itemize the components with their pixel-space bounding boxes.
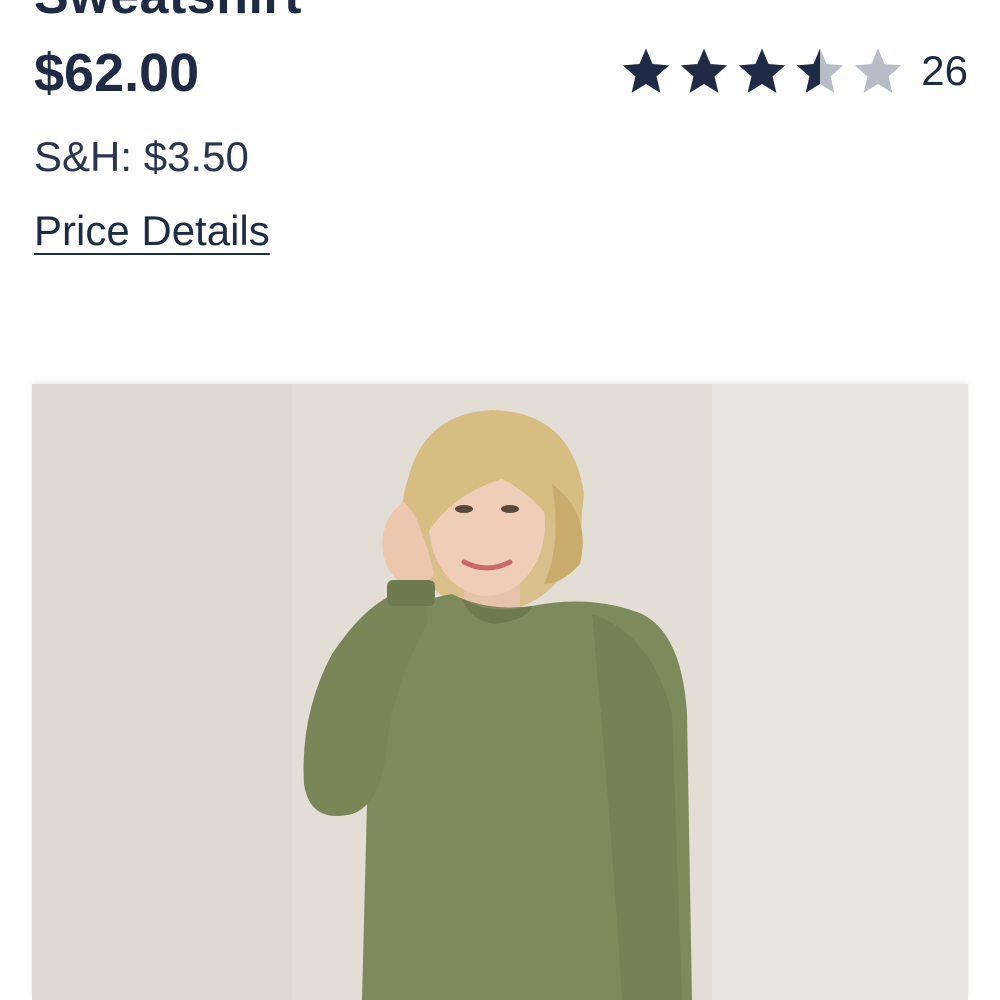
- rating-summary[interactable]: 26: [619, 44, 968, 98]
- empty-star-icon: [855, 48, 902, 93]
- product-price: $62.00: [34, 43, 200, 103]
- product-image[interactable]: [32, 384, 968, 1000]
- product-title: Sweatshirt: [34, 0, 302, 22]
- star-icon: [739, 48, 786, 93]
- price-details-link[interactable]: Price Details: [34, 210, 270, 252]
- review-count: 26: [921, 47, 968, 94]
- shipping-handling: S&H: $3.50: [34, 133, 249, 180]
- product-detail-page: Sweatshirt $62.00 S&H: $3.50 Price Detai…: [0, 0, 1000, 1000]
- star-icon: [623, 48, 670, 93]
- half-star-icon: [797, 48, 844, 93]
- product-photo-icon: [32, 384, 968, 1000]
- star-icon: [681, 48, 728, 93]
